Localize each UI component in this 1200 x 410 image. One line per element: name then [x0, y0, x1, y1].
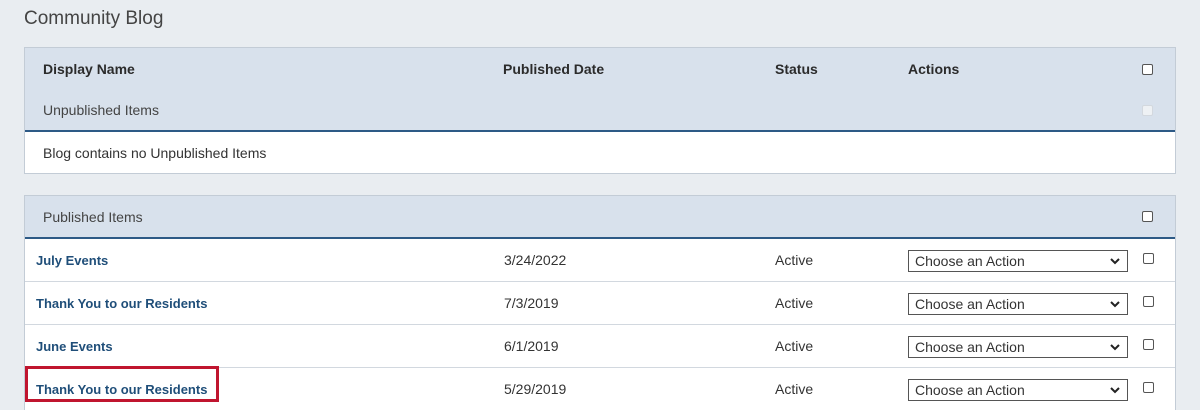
table-header: Display Name Published Date Status Actio… [25, 48, 1175, 132]
published-section-label: Published Items [43, 209, 143, 225]
chevron-down-icon [1110, 344, 1120, 351]
action-select-value: Choose an Action [915, 253, 1025, 269]
published-date: 3/24/2022 [504, 252, 567, 268]
status-text: Active [775, 295, 814, 311]
col-status[interactable]: Status [775, 61, 818, 77]
row-checkbox[interactable] [1143, 253, 1154, 264]
status-text: Active [775, 252, 814, 268]
select-all-checkbox[interactable] [1142, 64, 1153, 75]
published-date: 6/1/2019 [504, 338, 559, 354]
published-select-all-checkbox[interactable] [1142, 211, 1153, 222]
action-select[interactable]: Choose an Action [908, 379, 1128, 401]
action-select-value: Choose an Action [915, 296, 1025, 312]
col-actions: Actions [908, 61, 960, 77]
published-date: 5/29/2019 [504, 381, 567, 397]
post-title-link[interactable]: July Events [36, 253, 108, 268]
status-text: Active [775, 381, 814, 397]
action-select[interactable]: Choose an Action [908, 293, 1128, 315]
unpublished-panel: Display Name Published Date Status Actio… [24, 47, 1176, 174]
table-row: Thank You to our Residents 5/29/2019 Act… [25, 368, 1175, 410]
chevron-down-icon [1110, 301, 1120, 308]
unpublished-select-all-checkbox [1142, 105, 1153, 116]
published-panel: Published Items July Events 3/24/2022 Ac… [24, 195, 1176, 410]
unpublished-section-label: Unpublished Items [43, 102, 159, 118]
col-display-name[interactable]: Display Name [43, 61, 135, 77]
action-select[interactable]: Choose an Action [908, 250, 1128, 272]
chevron-down-icon [1110, 387, 1120, 394]
action-select-value: Choose an Action [915, 339, 1025, 355]
table-row: Thank You to our Residents 7/3/2019 Acti… [25, 282, 1175, 325]
post-title-link[interactable]: Thank You to our Residents [36, 296, 207, 311]
row-checkbox[interactable] [1143, 382, 1154, 393]
table-row: June Events 6/1/2019 Active Choose an Ac… [25, 325, 1175, 368]
row-checkbox[interactable] [1143, 339, 1154, 350]
col-published-date[interactable]: Published Date [503, 61, 604, 77]
row-checkbox[interactable] [1143, 296, 1154, 307]
page-title: Community Blog [24, 8, 164, 29]
post-title-link[interactable]: June Events [36, 339, 113, 354]
post-title-link[interactable]: Thank You to our Residents [36, 382, 207, 397]
empty-message: Blog contains no Unpublished Items [43, 145, 267, 161]
action-select[interactable]: Choose an Action [908, 336, 1128, 358]
published-date: 7/3/2019 [504, 295, 559, 311]
published-section-header: Published Items [25, 196, 1175, 239]
status-text: Active [775, 338, 814, 354]
table-row: July Events 3/24/2022 Active Choose an A… [25, 239, 1175, 282]
chevron-down-icon [1110, 258, 1120, 265]
action-select-value: Choose an Action [915, 382, 1025, 398]
